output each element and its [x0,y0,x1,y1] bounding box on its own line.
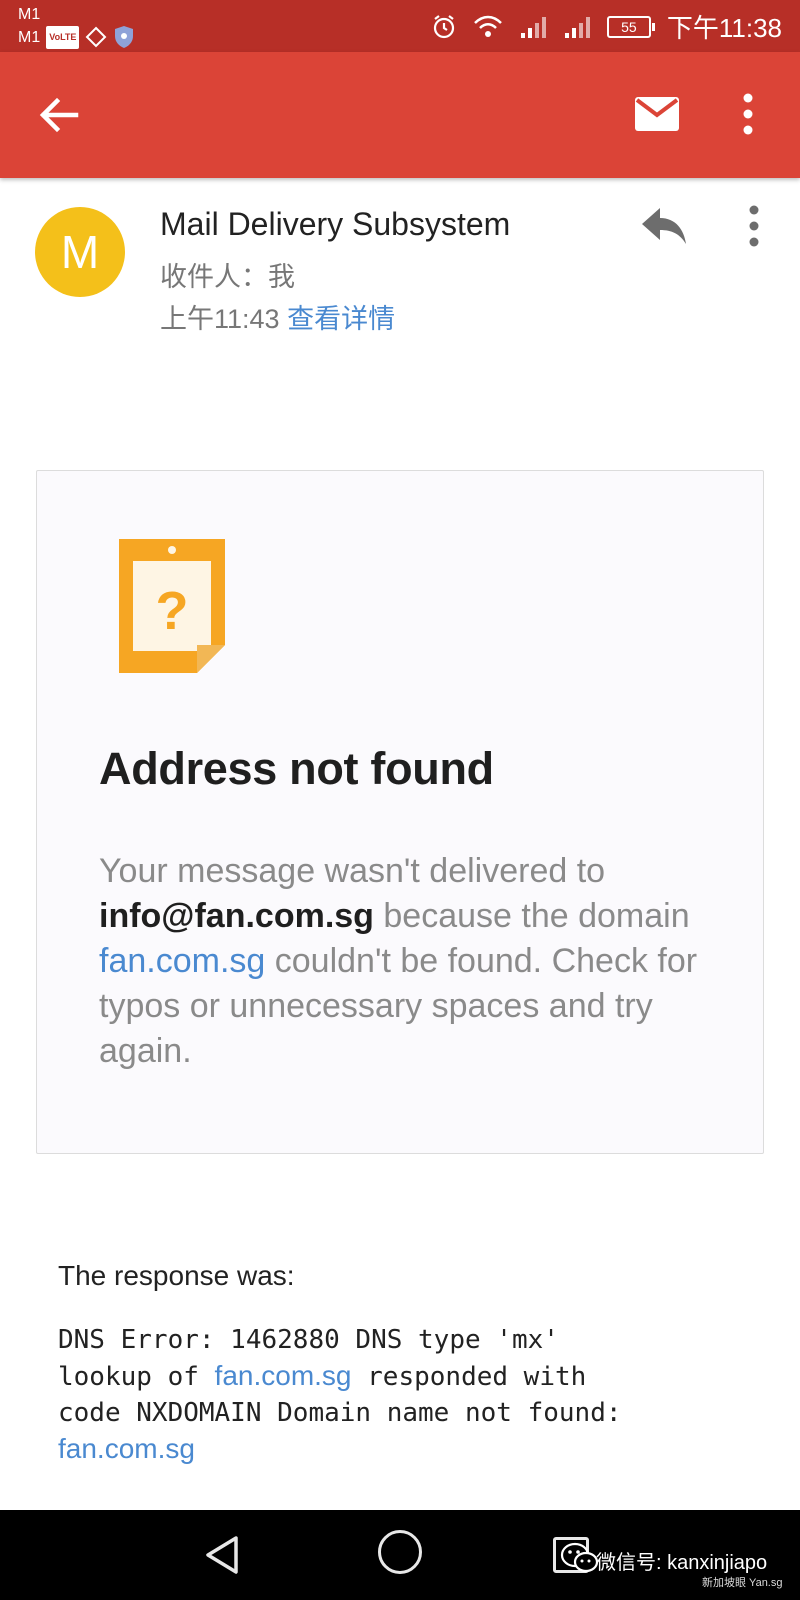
signal-2-icon [564,16,590,38]
reply-button[interactable] [640,206,688,246]
status-bar: M1 M1 VoLTE 55 下午11:38 [0,0,800,52]
bounce-card: ? Address not found Your message wasn't … [36,470,764,1154]
nfc-icon [85,26,107,48]
carrier-1: M1 [18,6,41,23]
message-more-button[interactable] [744,204,764,248]
system-nav-bar: 微信号: kanxinjiapo 新加坡眼 Yan.sg [0,1510,800,1600]
watermark-account: 微信号: kanxinjiapo [596,1552,768,1574]
time-line: 上午11:43 查看详情 [160,297,395,336]
overflow-menu-button[interactable] [736,90,760,138]
domain-link-2[interactable]: fan.com.sg [58,1433,195,1464]
nav-home-button[interactable] [378,1530,422,1574]
status-icons: 55 下午11:38 [431,8,782,45]
recipient-email: info@fan.com.sg [99,897,374,935]
sender-name: Mail Delivery Subsystem [160,206,511,242]
svg-text:?: ? [156,581,189,641]
card-message: Your message wasn't delivered to info@fa… [99,849,739,1074]
dns-error-text: DNS Error: 1462880 DNS type 'mx' lookup … [58,1322,758,1468]
sender-avatar[interactable]: M [35,207,125,297]
msg-part-1: Your message wasn't delivered to [99,852,606,890]
wifi-icon [473,15,502,37]
arrow-back-icon [39,97,79,133]
triangle-back-icon [206,1536,238,1574]
view-details-link[interactable]: 查看详情 [287,304,395,334]
battery-indicator: 55 [606,15,655,38]
mark-unread-button[interactable] [634,96,680,132]
wechat-watermark: 微信号: kanxinjiapo 新加坡眼 Yan.sg [560,1540,798,1598]
carrier-info: M1 M1 VoLTE [18,4,135,49]
mail-icon [635,97,679,131]
card-title: Address not found [99,743,494,794]
back-button[interactable] [36,92,82,138]
reply-icon [642,208,686,244]
msg-part-2: because the domain [373,897,690,935]
unknown-device-icon: ? [119,539,225,673]
nav-back-button[interactable] [200,1532,246,1578]
more-vert-icon [749,205,759,247]
wechat-icon [560,1542,599,1573]
alarm-icon [433,14,454,38]
response-label: The response was: [58,1260,295,1291]
app-bar [0,52,800,178]
watermark-source: 新加坡眼 Yan.sg [702,1577,783,1589]
carrier-2: M1 [18,28,41,46]
shield-icon [115,26,134,48]
signal-1-icon [520,16,546,38]
clock: 下午11:38 [666,13,782,43]
recipient-line: 收件人：我 [160,262,295,293]
email-time: 上午11:43 [160,304,280,334]
volte-badge: VoLTE [46,25,80,49]
battery-level: 55 [621,18,637,35]
domain-link-1[interactable]: fan.com.sg [215,1360,352,1391]
more-vert-icon [743,93,753,135]
domain-link[interactable]: fan.com.sg [99,942,265,980]
